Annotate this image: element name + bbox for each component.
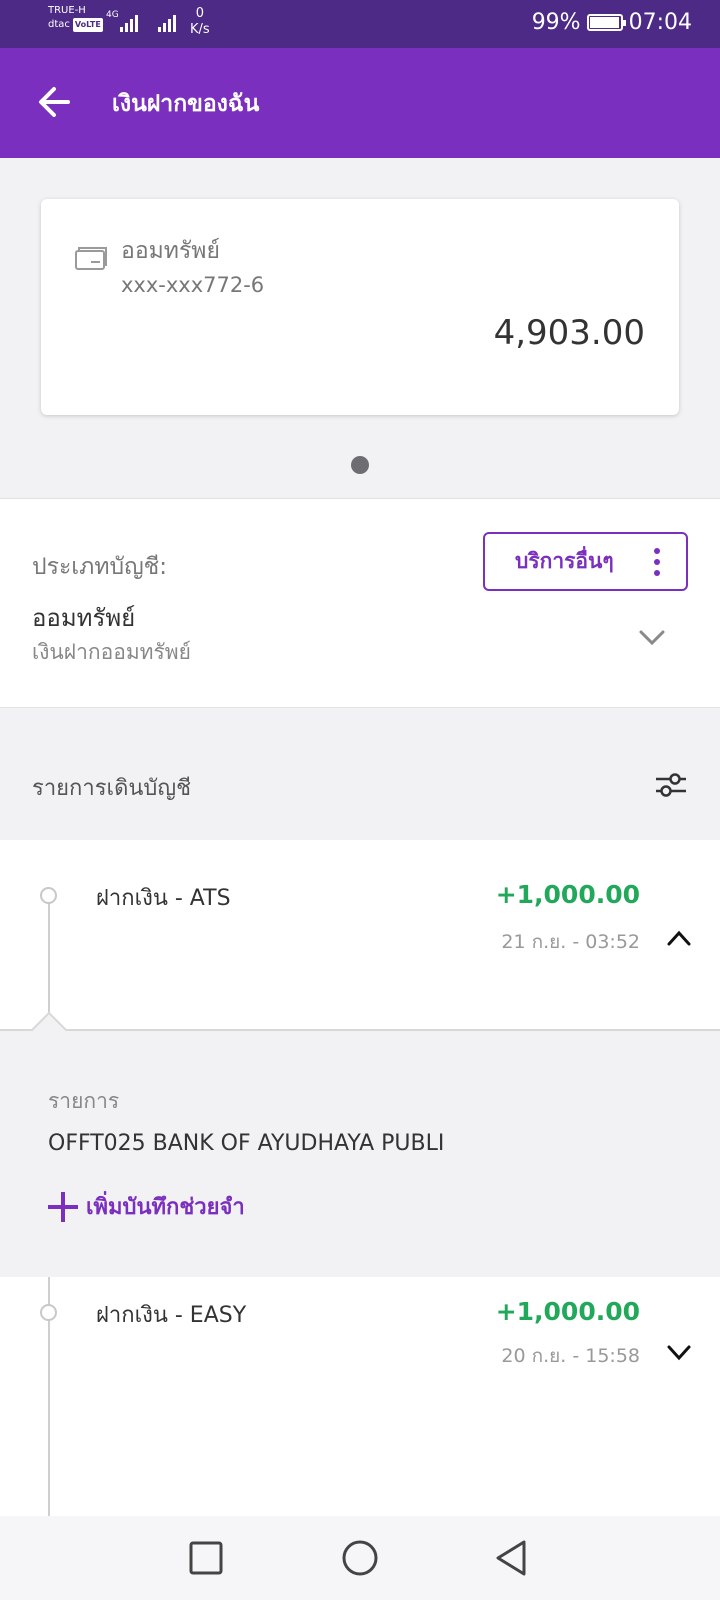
transaction-amount: +1,000.00 xyxy=(495,880,640,909)
app-bar: เงินฝากของฉัน xyxy=(0,48,720,158)
home-icon[interactable] xyxy=(340,1538,380,1578)
account-type-heading: ประเภทบัญชี: xyxy=(32,554,168,580)
account-book-icon xyxy=(75,247,107,270)
account-type-value: ออมทรัพย์ xyxy=(32,604,136,632)
transaction-name: ฝากเงิน - ATS xyxy=(96,886,231,911)
plus-icon xyxy=(48,1191,78,1222)
volte-badge: VoLTE xyxy=(72,18,103,32)
more-services-button[interactable]: บริการอื่นๆ xyxy=(483,532,688,591)
carousel-indicator xyxy=(351,456,369,474)
add-memo-label: เพิ่มบันทึกช่วยจำ xyxy=(86,1195,245,1220)
account-balance: 4,903.00 xyxy=(493,313,645,353)
carrier-info: TRUE-H dtac VoLTE xyxy=(48,4,103,32)
kebab-menu-icon xyxy=(654,548,660,576)
account-subtype: เงินฝากออมทรัพย์ xyxy=(32,640,191,664)
clock: 07:04 xyxy=(628,10,692,35)
transactions-title: รายการเดินบัญชี xyxy=(32,776,192,801)
speed-unit: K/s xyxy=(190,22,210,37)
timeline-dot xyxy=(40,887,57,904)
battery-percent: 99% xyxy=(531,10,581,35)
transaction-name: ฝากเงิน - EASY xyxy=(96,1303,247,1328)
filter-icon[interactable] xyxy=(655,770,687,800)
status-bar: TRUE-H dtac VoLTE 4G 0 K/s 99% 07:04 xyxy=(0,0,720,48)
add-memo-button[interactable]: เพิ่มบันทึกช่วยจำ xyxy=(48,1189,245,1224)
timeline-line xyxy=(48,902,50,1029)
network-speed: 0 K/s xyxy=(190,6,210,38)
chevron-down-icon[interactable] xyxy=(666,1344,692,1362)
more-services-label: บริการอื่นๆ xyxy=(515,549,614,573)
carrier2-label: dtac xyxy=(48,19,70,30)
account-number: xxx-xxx772-6 xyxy=(121,273,265,297)
signal-icon-2 xyxy=(158,12,176,32)
transaction-date: 21 ก.ย. - 03:52 xyxy=(501,931,640,953)
transaction-detail: รายการ OFFT025 BANK OF AYUDHAYA PUBLI เพ… xyxy=(0,1011,720,1277)
transaction-row[interactable]: ฝากเงิน - EASY +1,000.00 20 ก.ย. - 15:58 xyxy=(0,1277,720,1516)
account-type-label: ออมทรัพย์ xyxy=(121,238,220,264)
back-nav-icon[interactable] xyxy=(492,1538,532,1578)
chevron-down-icon[interactable] xyxy=(638,629,666,647)
detail-value: OFFT025 BANK OF AYUDHAYA PUBLI xyxy=(48,1131,445,1156)
transaction-date: 20 ก.ย. - 15:58 xyxy=(501,1345,640,1367)
speed-value: 0 xyxy=(195,6,204,21)
transactions-header: รายการเดินบัญชี xyxy=(0,710,720,840)
carrier1-label: TRUE-H xyxy=(48,5,86,16)
battery-icon xyxy=(586,14,626,31)
page-title: เงินฝากของฉัน xyxy=(112,91,260,117)
system-nav-bar xyxy=(0,1516,720,1600)
chevron-up-icon[interactable] xyxy=(666,929,692,947)
signal-icon xyxy=(120,12,138,32)
transaction-row[interactable]: ฝากเงิน - ATS +1,000.00 21 ก.ย. - 03:52 xyxy=(0,840,720,1029)
account-card[interactable]: ออมทรัพย์ xxx-xxx772-6 4,903.00 xyxy=(41,199,679,415)
account-info-section: ประเภทบัญชี: ออมทรัพย์ เงินฝากออมทรัพย์ … xyxy=(0,498,720,708)
timeline-dot xyxy=(40,1304,57,1321)
recents-icon[interactable] xyxy=(186,1538,226,1578)
transaction-amount: +1,000.00 xyxy=(495,1297,640,1326)
back-arrow-icon[interactable] xyxy=(34,82,74,122)
network-type: 4G xyxy=(106,10,119,20)
detail-label: รายการ xyxy=(48,1089,120,1113)
